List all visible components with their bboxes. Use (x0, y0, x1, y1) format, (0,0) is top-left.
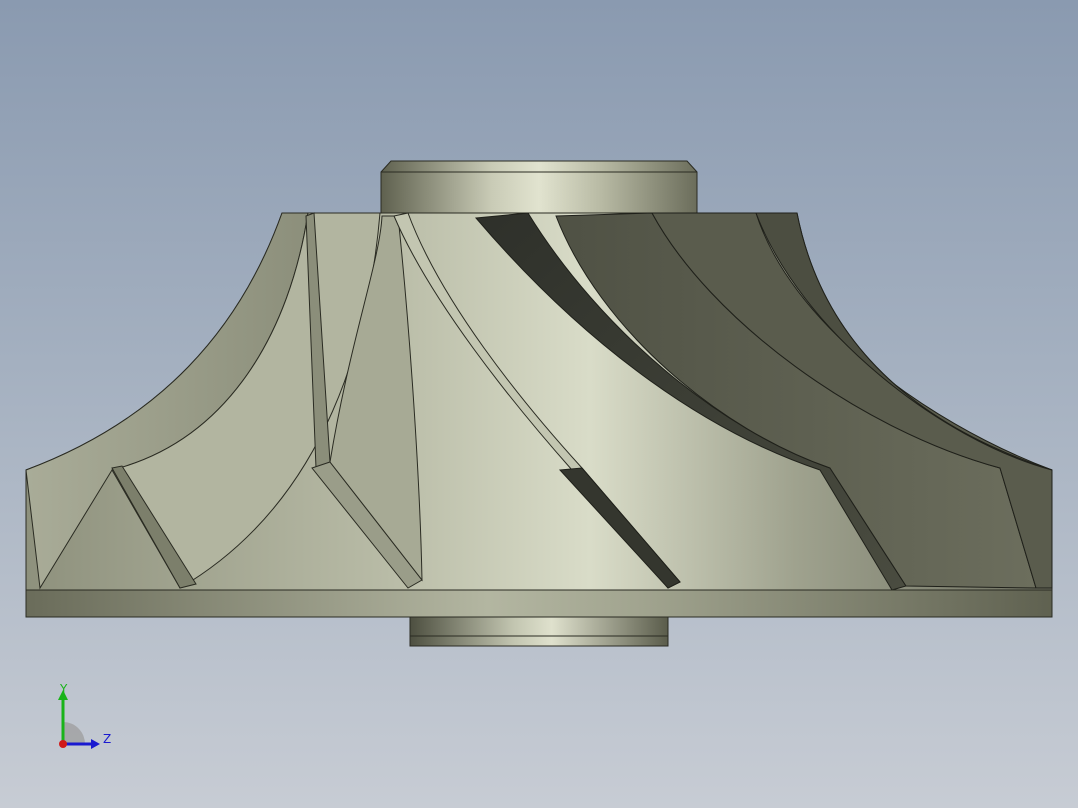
coordinate-triad: Y Z (58, 684, 111, 749)
z-axis-label: Z (103, 732, 111, 746)
y-axis-label: Y (59, 684, 68, 696)
flange[interactable] (25, 589, 1053, 618)
hub-top[interactable] (380, 160, 698, 217)
impeller-model[interactable] (0, 0, 1078, 808)
graphics-viewport[interactable]: Y Z (0, 0, 1078, 808)
x-axis-icon (59, 740, 67, 748)
shaft-bottom[interactable] (409, 616, 669, 647)
